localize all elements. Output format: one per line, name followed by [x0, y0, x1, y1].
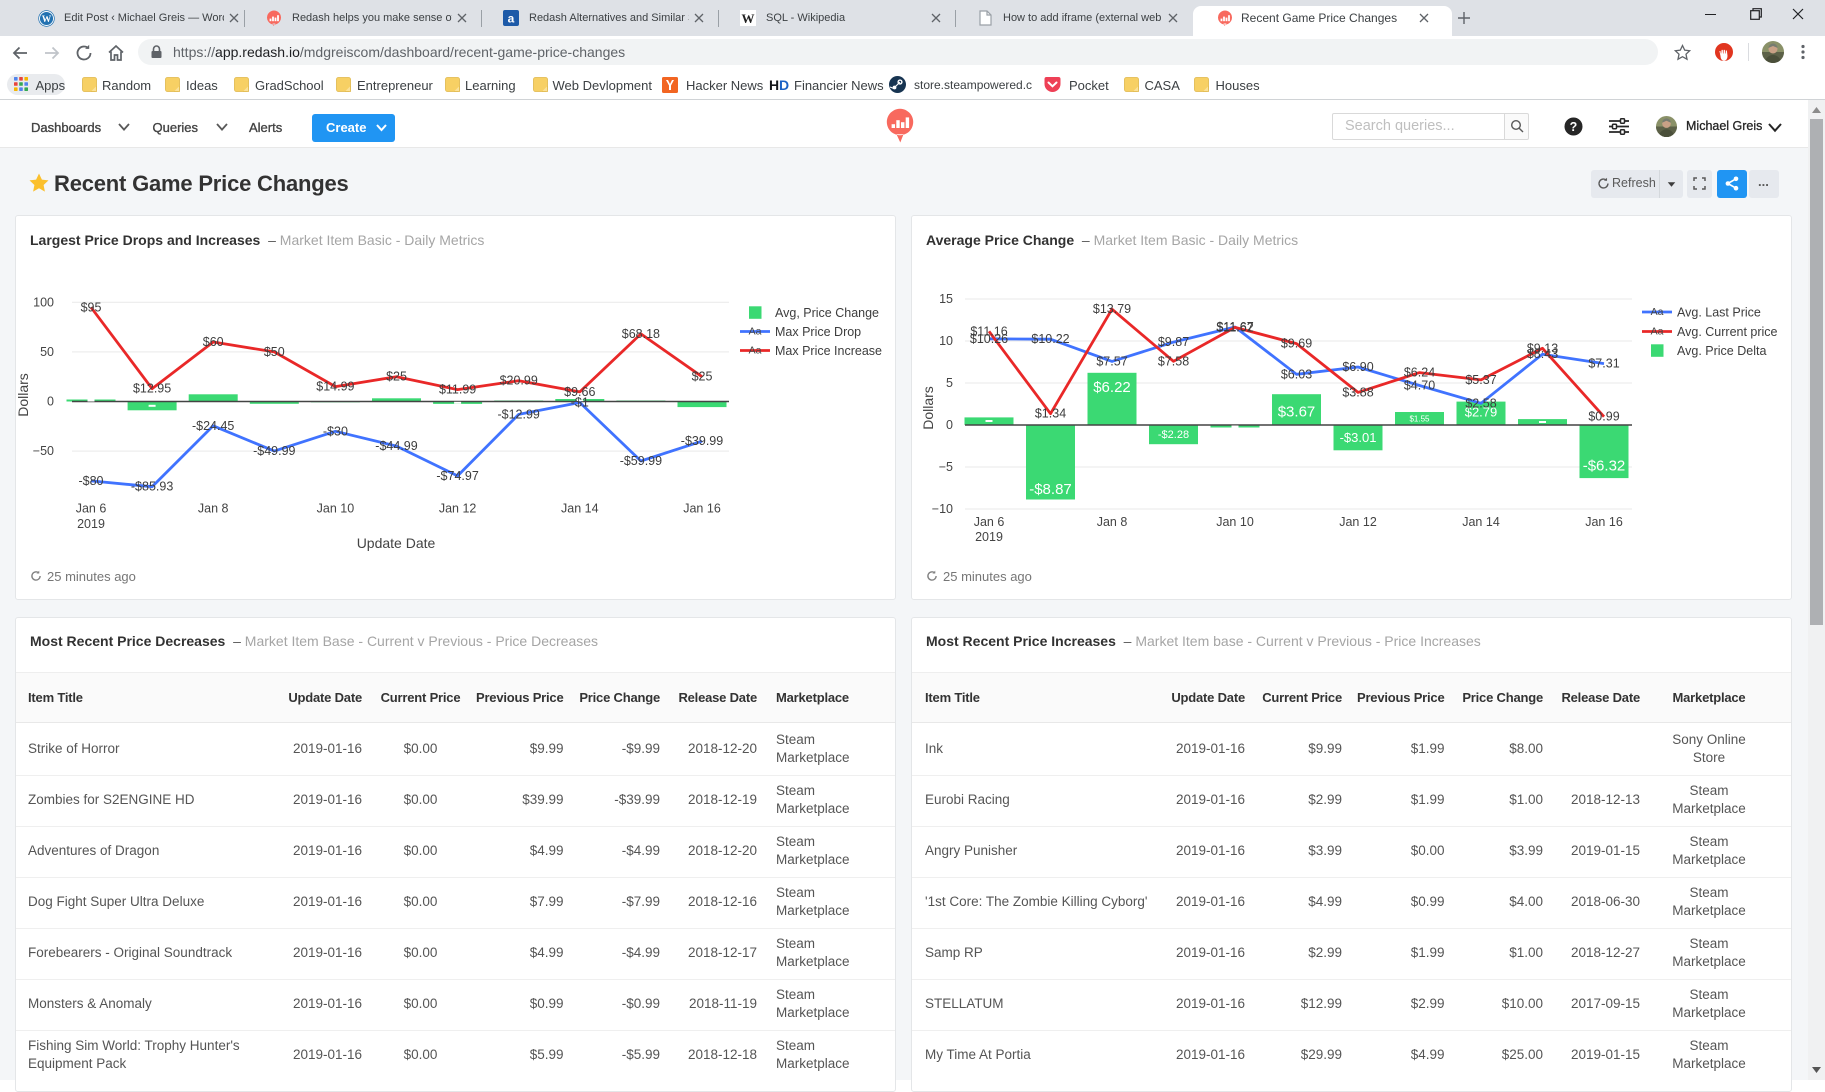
svg-text:$2.58: $2.58 [1465, 396, 1496, 410]
svg-text:$11.16: $11.16 [970, 324, 1007, 338]
svg-text:$68.18: $68.18 [622, 327, 660, 341]
svg-text:-$39.99: -$39.99 [681, 434, 723, 448]
svg-text:$4.70: $4.70 [1404, 379, 1435, 393]
svg-text:-$8.87: -$8.87 [1029, 481, 1072, 498]
svg-text:$6.24: $6.24 [1404, 366, 1435, 380]
svg-text:$5.37: $5.37 [1465, 373, 1496, 387]
svg-text:$95: $95 [81, 300, 102, 314]
svg-text:$9.66: $9.66 [564, 385, 595, 399]
svg-text:?: ? [1570, 120, 1578, 134]
svg-text:$25: $25 [386, 370, 407, 384]
svg-text:-$3.01: -$3.01 [1340, 430, 1377, 445]
svg-text:W: W [742, 11, 755, 26]
svg-text:Jan 16: Jan 16 [1585, 515, 1623, 529]
svg-text:10: 10 [939, 334, 953, 348]
svg-text:Jan 12: Jan 12 [439, 502, 477, 516]
svg-text:-$6.32: -$6.32 [1583, 458, 1626, 475]
svg-text:$3.88: $3.88 [1342, 385, 1373, 399]
svg-text:0: 0 [47, 395, 54, 409]
svg-text:−10: −10 [932, 502, 953, 516]
svg-text:Jan 8: Jan 8 [198, 502, 229, 516]
svg-text:−5: −5 [939, 460, 953, 474]
svg-text:Max Price Drop: Max Price Drop [775, 325, 861, 339]
svg-text:Avg. Price Delta: Avg. Price Delta [1677, 344, 1766, 358]
svg-text:15: 15 [939, 292, 953, 306]
svg-text:Jan 6: Jan 6 [76, 502, 107, 516]
svg-text:$6.03: $6.03 [1281, 367, 1312, 381]
svg-text:$60: $60 [203, 335, 224, 349]
svg-text:$12.95: $12.95 [133, 382, 171, 396]
svg-text:$25: $25 [692, 370, 713, 384]
svg-text:$3.67: $3.67 [1278, 404, 1316, 421]
svg-text:a: a [508, 12, 515, 26]
svg-text:Dollars: Dollars [15, 373, 31, 417]
svg-text:$13.79: $13.79 [1093, 302, 1131, 316]
svg-text:Jan 10: Jan 10 [317, 502, 355, 516]
svg-text:-$59.99: -$59.99 [620, 454, 662, 468]
svg-text:$9.69: $9.69 [1281, 337, 1312, 351]
svg-text:Aa: Aa [749, 345, 762, 357]
svg-text:Update Date: Update Date [357, 535, 436, 551]
svg-text:Jan 10: Jan 10 [1216, 515, 1254, 529]
svg-text:$50: $50 [264, 345, 285, 359]
svg-text:Aa: Aa [1651, 326, 1664, 338]
svg-text:D: D [779, 77, 789, 93]
svg-text:0: 0 [946, 418, 953, 432]
svg-text:$1.55: $1.55 [1409, 415, 1430, 424]
svg-text:Dollars: Dollars [920, 386, 936, 430]
svg-text:100: 100 [33, 295, 54, 309]
svg-text:$1.34: $1.34 [1035, 407, 1066, 421]
svg-text:Jan 14: Jan 14 [1462, 515, 1500, 529]
svg-text:$0.99: $0.99 [1588, 410, 1619, 424]
svg-text:Avg. Last Price: Avg. Last Price [1677, 306, 1761, 320]
svg-text:-$74.97: -$74.97 [436, 469, 478, 483]
svg-text:W: W [42, 15, 52, 25]
svg-text:Jan 12: Jan 12 [1339, 515, 1377, 529]
svg-text:$20.99: $20.99 [500, 374, 538, 388]
svg-text:Avg, Price Change: Avg, Price Change [775, 306, 879, 320]
svg-text:$14.99: $14.99 [316, 380, 354, 394]
svg-text:-$2.28: -$2.28 [1158, 429, 1189, 441]
svg-text:5: 5 [946, 376, 953, 390]
svg-text:$9.87: $9.87 [1158, 335, 1189, 349]
svg-text:$10.22: $10.22 [1031, 332, 1069, 346]
svg-text:Aa: Aa [1651, 306, 1664, 318]
svg-text:$11.62: $11.62 [1216, 320, 1253, 334]
svg-text:50: 50 [40, 345, 54, 359]
svg-text:Max Price Increase: Max Price Increase [775, 344, 882, 358]
svg-text:-$24.45: -$24.45 [192, 419, 234, 433]
svg-text:$6.90: $6.90 [1342, 360, 1373, 374]
svg-text:Aa: Aa [749, 326, 762, 338]
svg-text:$6.22: $6.22 [1093, 379, 1131, 396]
svg-text:-$30: -$30 [323, 424, 348, 438]
svg-text:$9.13: $9.13 [1527, 341, 1558, 355]
svg-text:-$44.99: -$44.99 [375, 439, 417, 453]
svg-text:-$80: -$80 [78, 474, 103, 488]
svg-text:-$49.99: -$49.99 [253, 444, 295, 458]
svg-text:Jan 6: Jan 6 [974, 515, 1005, 529]
svg-text:Jan 16: Jan 16 [683, 502, 721, 516]
svg-text:$7.58: $7.58 [1158, 354, 1189, 368]
svg-text:-$85.93: -$85.93 [131, 480, 173, 494]
svg-text:Jan 8: Jan 8 [1097, 515, 1128, 529]
svg-text:H: H [769, 77, 779, 93]
svg-text:−50: −50 [33, 444, 54, 458]
svg-text:Jan 14: Jan 14 [561, 502, 599, 516]
svg-text:$11.99: $11.99 [439, 383, 476, 397]
svg-text:Avg. Current price: Avg. Current price [1677, 325, 1778, 339]
svg-text:-$12.99: -$12.99 [497, 407, 539, 421]
svg-text:$7.57: $7.57 [1096, 354, 1127, 368]
svg-text:$7.31: $7.31 [1588, 357, 1619, 371]
